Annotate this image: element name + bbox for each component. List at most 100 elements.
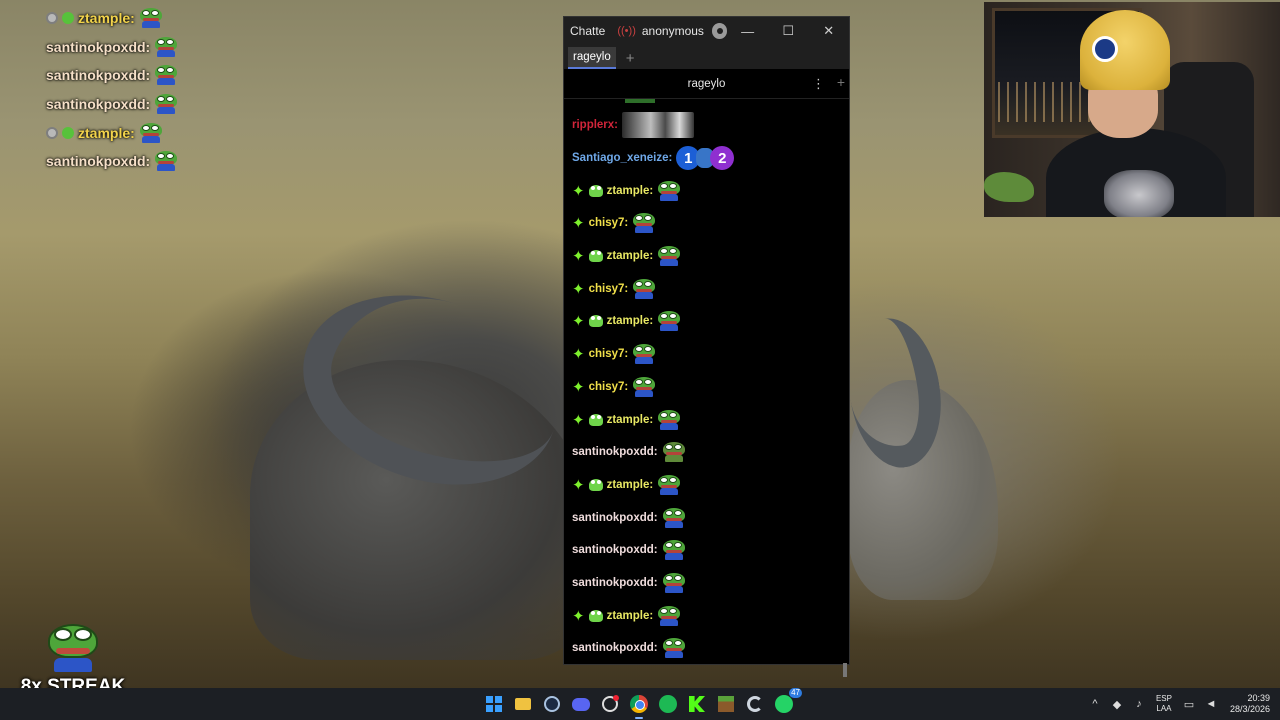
chat-message[interactable]: ripplerx: <box>572 109 841 142</box>
overlay-username: ztample: <box>78 124 135 141</box>
chat-username[interactable]: ztample: <box>607 250 654 262</box>
frog-badge-icon[interactable] <box>588 250 603 263</box>
tray-overflow-icon[interactable]: ^ <box>1084 698 1106 710</box>
file-explorer-icon[interactable] <box>511 692 535 716</box>
c-app-icon[interactable] <box>743 692 767 716</box>
chat-username[interactable]: santinokpoxdd: <box>572 577 658 589</box>
pepe-emote-icon <box>657 180 681 201</box>
message-list[interactable]: ripplerx: Santiago_xeneize: 1 2 ✦ ztample: ✦ ch… <box>564 99 849 665</box>
chat-message[interactable]: santinokpoxdd: <box>572 436 841 469</box>
chat-username[interactable]: ztample: <box>607 315 654 327</box>
overlay-chat-line: santinokpoxdd: <box>46 147 178 176</box>
chat-message[interactable]: ✦ chisy7: <box>572 272 841 305</box>
chat-username[interactable]: santinokpoxdd: <box>572 446 658 458</box>
chat-message[interactable]: santinokpoxdd: <box>572 534 841 567</box>
keyboard-layout: LAA <box>1156 704 1172 713</box>
network-icon[interactable]: ▭ <box>1178 698 1200 711</box>
split-menu-icon[interactable]: ⋮ <box>812 76 825 92</box>
frog-badge-icon[interactable] <box>588 315 603 328</box>
chat-message[interactable]: santinokpoxdd: <box>572 501 841 534</box>
chat-message[interactable]: ✦ ztample: <box>572 305 841 338</box>
tab-rageylo[interactable]: rageylo <box>568 47 616 69</box>
chat-username[interactable]: ztample: <box>607 414 654 426</box>
chat-username[interactable]: ztample: <box>607 479 654 491</box>
chat-username[interactable]: santinokpoxdd: <box>572 642 658 654</box>
badge-icon <box>46 126 58 139</box>
chat-message[interactable]: ✦ chisy7: <box>572 371 841 404</box>
wheel-icon[interactable] <box>598 692 622 716</box>
sparkle-badge-icon[interactable]: ✦ <box>572 476 585 494</box>
chat-username[interactable]: santinokpoxdd: <box>572 512 658 524</box>
frog-badge-icon[interactable] <box>588 184 603 197</box>
chat-username[interactable]: ztample: <box>607 185 654 197</box>
chat-message[interactable]: ✦ ztample: <box>572 240 841 273</box>
chat-username[interactable]: santinokpoxdd: <box>572 544 658 556</box>
scrollbar[interactable] <box>843 663 847 677</box>
chat-username[interactable]: chisy7: <box>589 217 629 229</box>
pepe-emote-icon <box>657 474 681 495</box>
shield-icon[interactable]: ◆ <box>1106 698 1128 711</box>
microphone-icon[interactable]: ♪ <box>1128 698 1150 710</box>
clock[interactable]: 20:39 28/3/2026 <box>1230 693 1270 715</box>
chat-client-window: Chatte ((•)) anonymous — ☐ ✕ rageylo + r… <box>563 16 850 677</box>
clock-time: 20:39 <box>1247 693 1270 703</box>
chat-message[interactable]: Santiago_xeneize: 1 2 <box>572 142 841 175</box>
whatsapp-icon[interactable]: 47 <box>772 688 802 716</box>
chat-username[interactable]: chisy7: <box>589 381 629 393</box>
chat-message[interactable]: santinokpoxdd: <box>572 567 841 600</box>
pepe-emote-icon <box>662 572 686 593</box>
maximize-button[interactable]: ☐ <box>768 17 809 45</box>
volume-icon[interactable]: ◄ <box>1200 698 1222 710</box>
gear-icon[interactable] <box>711 23 728 39</box>
channel-title[interactable]: rageylo <box>688 78 726 90</box>
number-two: 2 <box>710 146 735 171</box>
sparkle-badge-icon[interactable]: ✦ <box>572 345 585 363</box>
kick-icon[interactable] <box>685 692 709 716</box>
account-button[interactable]: anonymous <box>642 24 704 38</box>
chat-message[interactable]: ✦ ztample: <box>572 174 841 207</box>
discord-icon[interactable] <box>569 692 593 716</box>
stream-chat-overlay: ztample: santinokpoxdd: santinokpoxdd: sant… <box>46 4 178 176</box>
chat-message[interactable]: ✦ ztample: <box>572 469 841 502</box>
minimize-button[interactable]: — <box>727 17 768 45</box>
sparkle-badge-icon[interactable]: ✦ <box>572 247 585 265</box>
frog-badge-icon[interactable] <box>588 609 603 622</box>
pepe-emote-icon <box>657 409 681 430</box>
live-status-icon[interactable]: ((•)) <box>617 25 636 37</box>
sparkle-badge-icon[interactable]: ✦ <box>572 607 585 625</box>
start-icon[interactable] <box>482 692 506 716</box>
pepe-emote-icon <box>154 65 178 86</box>
sparkle-badge-icon[interactable]: ✦ <box>572 378 585 396</box>
chat-message[interactable]: ✦ chisy7: <box>572 338 841 371</box>
chat-username[interactable]: chisy7: <box>589 283 629 295</box>
pepe-emote-icon <box>154 151 178 172</box>
title-bar: Chatte ((•)) anonymous — ☐ ✕ <box>564 17 849 45</box>
minecraft-icon[interactable] <box>714 692 738 716</box>
frog-badge-icon[interactable] <box>588 413 603 426</box>
chat-username[interactable]: ripplerx: <box>572 119 618 131</box>
pepe-emote-icon <box>662 442 686 463</box>
sparkle-badge-icon[interactable]: ✦ <box>572 214 585 232</box>
chat-message[interactable]: ✦ ztample: <box>572 599 841 632</box>
language-indicator[interactable]: ESP LAA <box>1156 694 1172 714</box>
spotify-icon[interactable] <box>656 692 680 716</box>
steam-icon[interactable] <box>540 692 564 716</box>
pepe-emote-icon <box>46 622 100 674</box>
add-split-button[interactable]: + <box>837 74 845 90</box>
pepe-emote-icon <box>632 344 656 365</box>
chat-message[interactable]: ✦ chisy7: <box>572 207 841 240</box>
chat-username[interactable]: ztample: <box>607 610 654 622</box>
pepe-emote-icon <box>154 36 178 57</box>
sparkle-badge-icon[interactable]: ✦ <box>572 312 585 330</box>
add-tab-button[interactable]: + <box>626 47 635 69</box>
sparkle-badge-icon[interactable]: ✦ <box>572 411 585 429</box>
sparkle-badge-icon[interactable]: ✦ <box>572 280 585 298</box>
chat-message[interactable]: ✦ ztample: <box>572 403 841 436</box>
chat-username[interactable]: Santiago_xeneize: <box>572 152 672 164</box>
chat-message[interactable]: santinokpoxdd: <box>572 632 841 665</box>
close-button[interactable]: ✕ <box>808 17 849 45</box>
chat-username[interactable]: chisy7: <box>589 348 629 360</box>
frog-badge-icon[interactable] <box>588 478 603 491</box>
sparkle-badge-icon[interactable]: ✦ <box>572 182 585 200</box>
chrome-icon[interactable] <box>627 692 651 719</box>
